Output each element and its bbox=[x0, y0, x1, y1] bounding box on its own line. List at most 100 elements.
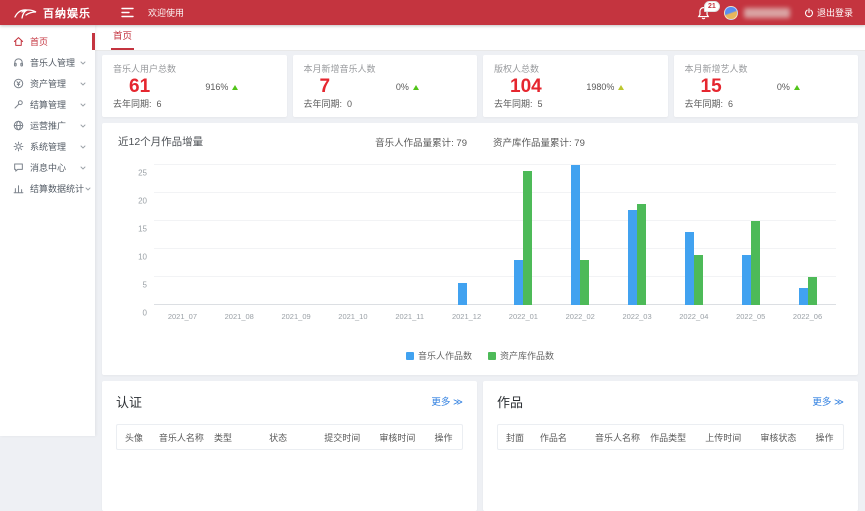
menu-collapse-icon[interactable] bbox=[121, 7, 134, 18]
coin-icon bbox=[13, 78, 24, 89]
sidebar-item-3[interactable]: 结算管理 bbox=[0, 94, 95, 115]
bar-音乐人作品数-2022_04[interactable] bbox=[685, 232, 694, 305]
stat-value: 15 bbox=[701, 76, 848, 98]
headset-icon bbox=[13, 57, 24, 68]
y-tick-label: 0 bbox=[143, 309, 147, 318]
table-column-header: 作品类型 bbox=[646, 425, 701, 449]
bar-group-2022_02 bbox=[552, 165, 609, 305]
bar-资产库作品数-2022_06[interactable] bbox=[808, 277, 817, 305]
x-tick-label: 2021_07 bbox=[154, 308, 211, 321]
user-avatar[interactable] bbox=[724, 6, 738, 20]
sidebar-item-label: 运营推广 bbox=[30, 119, 79, 132]
home-icon bbox=[13, 36, 24, 47]
bar-group-2021_07 bbox=[154, 165, 211, 305]
x-tick-label: 2021_11 bbox=[381, 308, 438, 321]
sidebar-item-label: 首页 bbox=[30, 35, 87, 48]
chart-legend: 音乐人作品数 资产库作品数 bbox=[102, 349, 858, 362]
stat-percent: 0% bbox=[777, 82, 800, 92]
stat-cards-row: 音乐人用户总数61916%去年同期: 6本月新增音乐人数70%去年同期: 0版权… bbox=[102, 55, 858, 117]
tab-bar: 首页 bbox=[95, 25, 865, 51]
sidebar-item-5[interactable]: 系统管理 bbox=[0, 136, 95, 157]
panel-title: 认证 bbox=[116, 392, 463, 411]
stat-last-year: 去年同期: 5 bbox=[494, 97, 543, 110]
sidebar-item-7[interactable]: 结算数据统计 bbox=[0, 178, 95, 199]
table-column-header: 审核时间 bbox=[375, 425, 430, 449]
bar-资产库作品数-2022_03[interactable] bbox=[637, 204, 646, 305]
bars-layer bbox=[154, 165, 836, 305]
logout-button[interactable]: 退出登录 bbox=[804, 6, 853, 19]
x-tick-label: 2022_06 bbox=[779, 308, 836, 321]
y-tick-label: 15 bbox=[138, 225, 147, 234]
bar-音乐人作品数-2022_01[interactable] bbox=[514, 260, 523, 305]
caret-up-icon bbox=[618, 85, 624, 90]
table-column-header: 音乐人名称 bbox=[591, 425, 646, 449]
bar-音乐人作品数-2022_05[interactable] bbox=[742, 255, 751, 305]
logout-label: 退出登录 bbox=[817, 6, 853, 19]
musician-works-total: 音乐人作品量累计: 79 bbox=[375, 135, 467, 149]
sidebar-item-label: 消息中心 bbox=[30, 161, 79, 174]
globe-icon bbox=[13, 120, 24, 131]
chevron-down-icon bbox=[79, 80, 87, 88]
bar-资产库作品数-2022_02[interactable] bbox=[580, 260, 589, 305]
table-column-header: 操作 bbox=[811, 425, 843, 449]
stat-value: 61 bbox=[129, 76, 276, 98]
sidebar-item-label: 结算管理 bbox=[30, 98, 79, 111]
bar-group-2021_12 bbox=[438, 165, 495, 305]
panel-1: 作品更多 ≫封面作品名音乐人名称作品类型上传时间审核状态操作 bbox=[483, 381, 858, 511]
sidebar-item-label: 音乐人管理 bbox=[30, 56, 79, 69]
sidebar-item-0[interactable]: 首页 bbox=[0, 31, 95, 52]
notification-badge: 21 bbox=[704, 1, 720, 12]
stat-value: 104 bbox=[510, 76, 657, 98]
sidebar-item-label: 资产管理 bbox=[30, 77, 79, 90]
brand-title: 百纳娱乐 bbox=[43, 5, 91, 21]
stat-title: 本月新增音乐人数 bbox=[304, 62, 467, 75]
sidebar-item-4[interactable]: 运营推广 bbox=[0, 115, 95, 136]
x-tick-label: 2022_01 bbox=[495, 308, 552, 321]
wrench-icon bbox=[13, 99, 24, 110]
bar-音乐人作品数-2022_03[interactable] bbox=[628, 210, 637, 305]
sidebar-item-1[interactable]: 音乐人管理 bbox=[0, 52, 95, 73]
sidebar-item-6[interactable]: 消息中心 bbox=[0, 157, 95, 178]
bar-group-2021_08 bbox=[211, 165, 268, 305]
gear-icon bbox=[13, 141, 24, 152]
stat-card-2: 版权人总数1041980% 去年同期: 5 bbox=[483, 55, 668, 117]
sidebar-item-label: 结算数据统计 bbox=[30, 182, 84, 195]
notification-bell-icon[interactable]: 21 bbox=[697, 6, 710, 20]
caret-up-icon bbox=[413, 85, 419, 90]
x-tick-label: 2022_02 bbox=[552, 308, 609, 321]
stat-percent: 1980% bbox=[586, 82, 624, 92]
legend-label: 音乐人作品数 bbox=[418, 349, 472, 362]
bar-资产库作品数-2022_01[interactable] bbox=[523, 171, 532, 305]
bar-音乐人作品数-2022_02[interactable] bbox=[571, 165, 580, 305]
x-tick-label: 2022_05 bbox=[722, 308, 779, 321]
caret-up-icon bbox=[794, 85, 800, 90]
bar-音乐人作品数-2022_06[interactable] bbox=[799, 288, 808, 305]
stat-last-year: 去年同期: 0 bbox=[304, 97, 353, 110]
stat-title: 版权人总数 bbox=[494, 62, 657, 75]
bar-group-2022_01 bbox=[495, 165, 552, 305]
bar-group-2021_11 bbox=[381, 165, 438, 305]
bar-group-2022_05 bbox=[722, 165, 779, 305]
table-column-header: 操作 bbox=[430, 425, 462, 449]
stats-icon bbox=[13, 183, 24, 194]
stat-card-0: 音乐人用户总数61916%去年同期: 6 bbox=[102, 55, 287, 117]
y-tick-label: 5 bbox=[143, 281, 147, 290]
x-tick-label: 2021_10 bbox=[324, 308, 381, 321]
bar-chart-plot: 0510152025 bbox=[154, 165, 836, 305]
more-link[interactable]: 更多 ≫ bbox=[812, 394, 844, 408]
y-tick-label: 20 bbox=[138, 197, 147, 206]
bar-资产库作品数-2022_04[interactable] bbox=[694, 255, 703, 305]
table-column-header: 提交时间 bbox=[320, 425, 375, 449]
bar-音乐人作品数-2021_12[interactable] bbox=[458, 283, 467, 305]
app-header: 百纳娱乐 欢迎使用 21 退出登录 bbox=[0, 0, 865, 25]
more-link[interactable]: 更多 ≫ bbox=[431, 394, 463, 408]
legend-item-音乐人作品数[interactable]: 音乐人作品数 bbox=[406, 349, 472, 362]
legend-swatch bbox=[488, 352, 496, 360]
tab-home[interactable]: 首页 bbox=[111, 28, 134, 50]
legend-item-资产库作品数[interactable]: 资产库作品数 bbox=[488, 349, 554, 362]
chevron-down-icon bbox=[79, 164, 87, 172]
stat-last-year: 去年同期: 6 bbox=[685, 97, 734, 110]
bar-资产库作品数-2022_05[interactable] bbox=[751, 221, 760, 305]
sidebar: 首页音乐人管理资产管理结算管理运营推广系统管理消息中心结算数据统计 bbox=[0, 25, 95, 436]
sidebar-item-2[interactable]: 资产管理 bbox=[0, 73, 95, 94]
